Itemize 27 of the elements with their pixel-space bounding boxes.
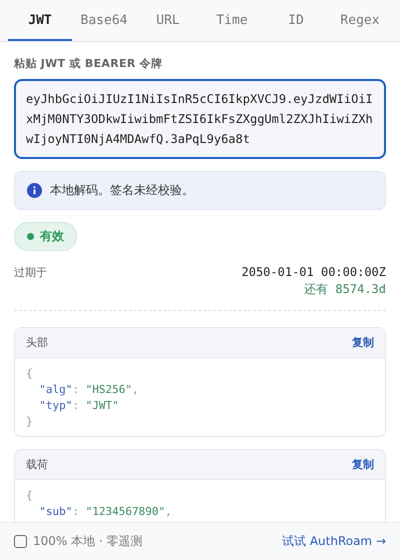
tab[interactable]: Time [200, 0, 264, 41]
tab[interactable]: Regex [328, 0, 392, 41]
tab[interactable]: URL [136, 0, 200, 41]
expiry-value: 2050-01-01 00:00:00Z [242, 265, 386, 279]
tab[interactable]: JWT [8, 0, 72, 41]
token-field[interactable]: eyJhbGciOiJIUzI1NiIsInR5cCI6IkpXVCJ9.eyJzdWIiOiIxMjM0NTY3ODkwIiwibmFtZSI6IkFsZXggUml2ZXJhIiwiZXhwIjoyNTI0NjA4MDAwfQ.3aPqL9y6a8t [14, 79, 386, 159]
tab[interactable]: ID [264, 0, 328, 41]
checkbox[interactable] [14, 535, 27, 548]
expiry-label: 过期于 [14, 265, 47, 281]
code-brace: { [26, 366, 34, 382]
code-line: "alg": "HS256", [38, 382, 140, 398]
code-line: "typ": "JWT" [38, 398, 120, 414]
notice-text: 本地解码。签名未经校验。 [50, 182, 194, 199]
status-badge: 有效 [14, 222, 77, 251]
info-icon [27, 183, 42, 198]
card-title: 头部 [26, 335, 48, 350]
promo-link[interactable]: 试试 AuthRoam → [282, 533, 386, 550]
tab[interactable]: Base64 [72, 0, 136, 41]
checkbox-label: 100% 本地 · 零遥测 [33, 533, 143, 550]
copy-button[interactable]: 复制 [352, 457, 374, 472]
copy-button[interactable]: 复制 [352, 335, 374, 350]
card-title: 载荷 [26, 457, 48, 472]
code-brace: { [26, 488, 34, 504]
code-brace: } [26, 414, 34, 430]
code-line: "sub": "1234567890", [38, 504, 173, 520]
field-label: 粘贴 JWT 或 BEARER 令牌 [14, 56, 164, 71]
remaining-time: 还有 8574.3d [304, 281, 386, 298]
